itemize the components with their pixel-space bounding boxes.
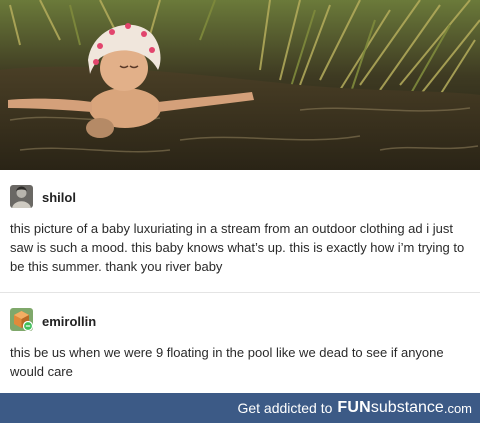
post-text: this be us when we were 9 floating in th… [10,345,444,379]
brand-substance: substance [370,399,444,416]
user-avatar-icon[interactable] [10,185,33,208]
username[interactable]: emirollin [42,314,96,329]
brand-fun: FUN [337,399,371,416]
footer-prefix: Get addicted to [237,400,333,416]
brand-tld: .com [443,400,472,416]
post-text: this picture of a baby luxuriating in a … [10,221,465,274]
post-photo [0,0,480,170]
cube-avatar-icon[interactable] [10,308,33,331]
post-shilol: shilol this picture of a baby luxuriatin… [0,170,480,292]
post-emirollin: emirollin this be us when we were 9 floa… [0,292,480,393]
baby-in-stream-image [0,0,480,170]
username[interactable]: shilol [42,190,76,205]
site-footer-banner[interactable]: Get addicted to FUN substance .com [0,393,480,423]
